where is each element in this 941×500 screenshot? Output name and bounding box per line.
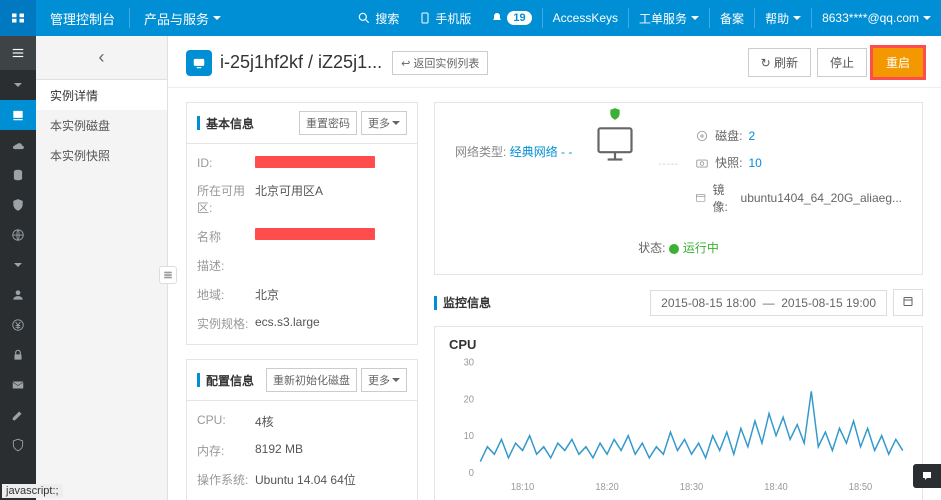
calendar-button[interactable] xyxy=(893,289,923,316)
sidenav-item-snapshot[interactable]: 本实例快照 xyxy=(36,140,167,170)
console-title[interactable]: 管理控制台 xyxy=(36,9,129,28)
disk-icon xyxy=(695,129,709,143)
sidenav-item-disk[interactable]: 本实例磁盘 xyxy=(36,110,167,140)
basic-panel: 基本信息 重置密码 更多 ID: 所在可用区:北京可用区A 名称 描述: 地域:… xyxy=(186,102,418,345)
help-menu[interactable]: 帮助 xyxy=(755,0,811,36)
notify-badge: 19 xyxy=(507,11,531,25)
mobile[interactable]: 手机版 xyxy=(409,0,481,36)
nettype-link[interactable]: 经典网络 - - xyxy=(510,145,573,159)
svg-text:0: 0 xyxy=(469,468,475,480)
sidenav: ‹ 实例详情 本实例磁盘 本实例快照 xyxy=(36,36,168,500)
status-dot xyxy=(669,244,679,254)
svg-text:18:30: 18:30 xyxy=(680,482,704,494)
stop-button[interactable]: 停止 xyxy=(817,48,867,77)
name-redacted xyxy=(255,228,375,240)
search[interactable]: 搜索 xyxy=(347,0,409,36)
nav-db-icon[interactable] xyxy=(0,160,36,190)
shield-icon xyxy=(608,107,622,124)
config-more-button[interactable]: 更多 xyxy=(361,368,407,392)
collapse-handle[interactable] xyxy=(159,266,177,284)
main: i-25j1hf2kf / iZ25j1... ↩ 返回实例列表 ↻ 刷新 停止… xyxy=(168,36,941,500)
logo[interactable] xyxy=(0,0,36,36)
time-range[interactable]: 2015-08-15 18:00 — 2015-08-15 19:00 xyxy=(650,290,887,316)
nav-globe-icon[interactable] xyxy=(0,220,36,250)
nav-user-icon[interactable] xyxy=(0,280,36,310)
disk-link[interactable]: 2 xyxy=(748,129,755,143)
pc-icon xyxy=(590,121,640,168)
user-menu[interactable]: 8633****@qq.com xyxy=(812,0,941,36)
chart-title: CPU xyxy=(449,337,908,352)
monitor-header: 监控信息 2015-08-15 18:00 — 2015-08-15 19:00 xyxy=(434,289,923,316)
cpu-chart: CPU 010203018:1018:2018:3018:4018:50 CPU… xyxy=(434,326,923,500)
nav-yen-icon[interactable] xyxy=(0,310,36,340)
return-link[interactable]: ↩ 返回实例列表 xyxy=(392,51,488,75)
nav-tag-icon[interactable] xyxy=(0,430,36,460)
svg-text:18:50: 18:50 xyxy=(849,482,873,494)
monitor-title: 监控信息 xyxy=(443,294,650,311)
beian[interactable]: 备案 xyxy=(710,0,754,36)
topbar: 管理控制台 产品与服务 搜索 手机版 19 AccessKeys 工单服务 备案… xyxy=(0,0,941,36)
svg-text:18:10: 18:10 xyxy=(511,482,535,494)
overview-panel: 网络类型: 经典网络 - - - - - - - 磁盘: 2 快照: 10 镜像… xyxy=(434,102,923,275)
nav-caret-icon[interactable] xyxy=(0,70,36,100)
page-title: i-25j1hf2kf / iZ25j1... xyxy=(220,52,382,73)
feedback-button[interactable] xyxy=(913,464,941,488)
nav-pencil-icon[interactable] xyxy=(0,400,36,430)
restart-button[interactable]: 重启 xyxy=(873,48,923,77)
nav-ecs-icon[interactable] xyxy=(0,100,36,130)
svg-text:20: 20 xyxy=(464,394,475,406)
app-icon xyxy=(186,50,212,76)
nav-caret2-icon[interactable] xyxy=(0,250,36,280)
config-title: 配置信息 xyxy=(206,372,262,389)
reset-pw-button[interactable]: 重置密码 xyxy=(299,111,357,135)
hamburger-icon[interactable] xyxy=(0,36,36,70)
basic-title: 基本信息 xyxy=(206,115,295,132)
svg-text:18:20: 18:20 xyxy=(595,482,619,494)
basic-more-button[interactable]: 更多 xyxy=(361,111,407,135)
nav-lock-icon[interactable] xyxy=(0,340,36,370)
camera-icon xyxy=(695,156,709,170)
page-header: i-25j1hf2kf / iZ25j1... ↩ 返回实例列表 ↻ 刷新 停止… xyxy=(168,36,941,88)
nav-cloud-icon[interactable] xyxy=(0,130,36,160)
snap-link[interactable]: 10 xyxy=(748,156,761,170)
sidenav-item-detail[interactable]: 实例详情 xyxy=(36,80,167,110)
connection-dots: - - - - - xyxy=(658,121,677,170)
refresh-button[interactable]: ↻ 刷新 xyxy=(748,48,811,77)
config-panel: 配置信息 重新初始化磁盘 更多 CPU:4核 内存:8192 MB 操作系统:U… xyxy=(186,359,418,500)
svg-text:30: 30 xyxy=(464,357,475,369)
nav-mail-icon[interactable] xyxy=(0,370,36,400)
reinit-button[interactable]: 重新初始化磁盘 xyxy=(266,368,357,392)
notifications[interactable]: 19 xyxy=(481,0,541,36)
accesskeys[interactable]: AccessKeys xyxy=(543,0,628,36)
nav-shield-icon[interactable] xyxy=(0,190,36,220)
id-redacted xyxy=(255,156,375,168)
ticket-menu[interactable]: 工单服务 xyxy=(629,0,709,36)
iconbar xyxy=(0,36,36,500)
products-menu[interactable]: 产品与服务 xyxy=(130,9,235,28)
svg-text:10: 10 xyxy=(464,431,475,443)
svg-text:18:40: 18:40 xyxy=(764,482,788,494)
back-button[interactable]: ‹ xyxy=(36,36,167,80)
statusbar: javascript:; xyxy=(2,484,63,498)
image-icon xyxy=(695,191,706,205)
